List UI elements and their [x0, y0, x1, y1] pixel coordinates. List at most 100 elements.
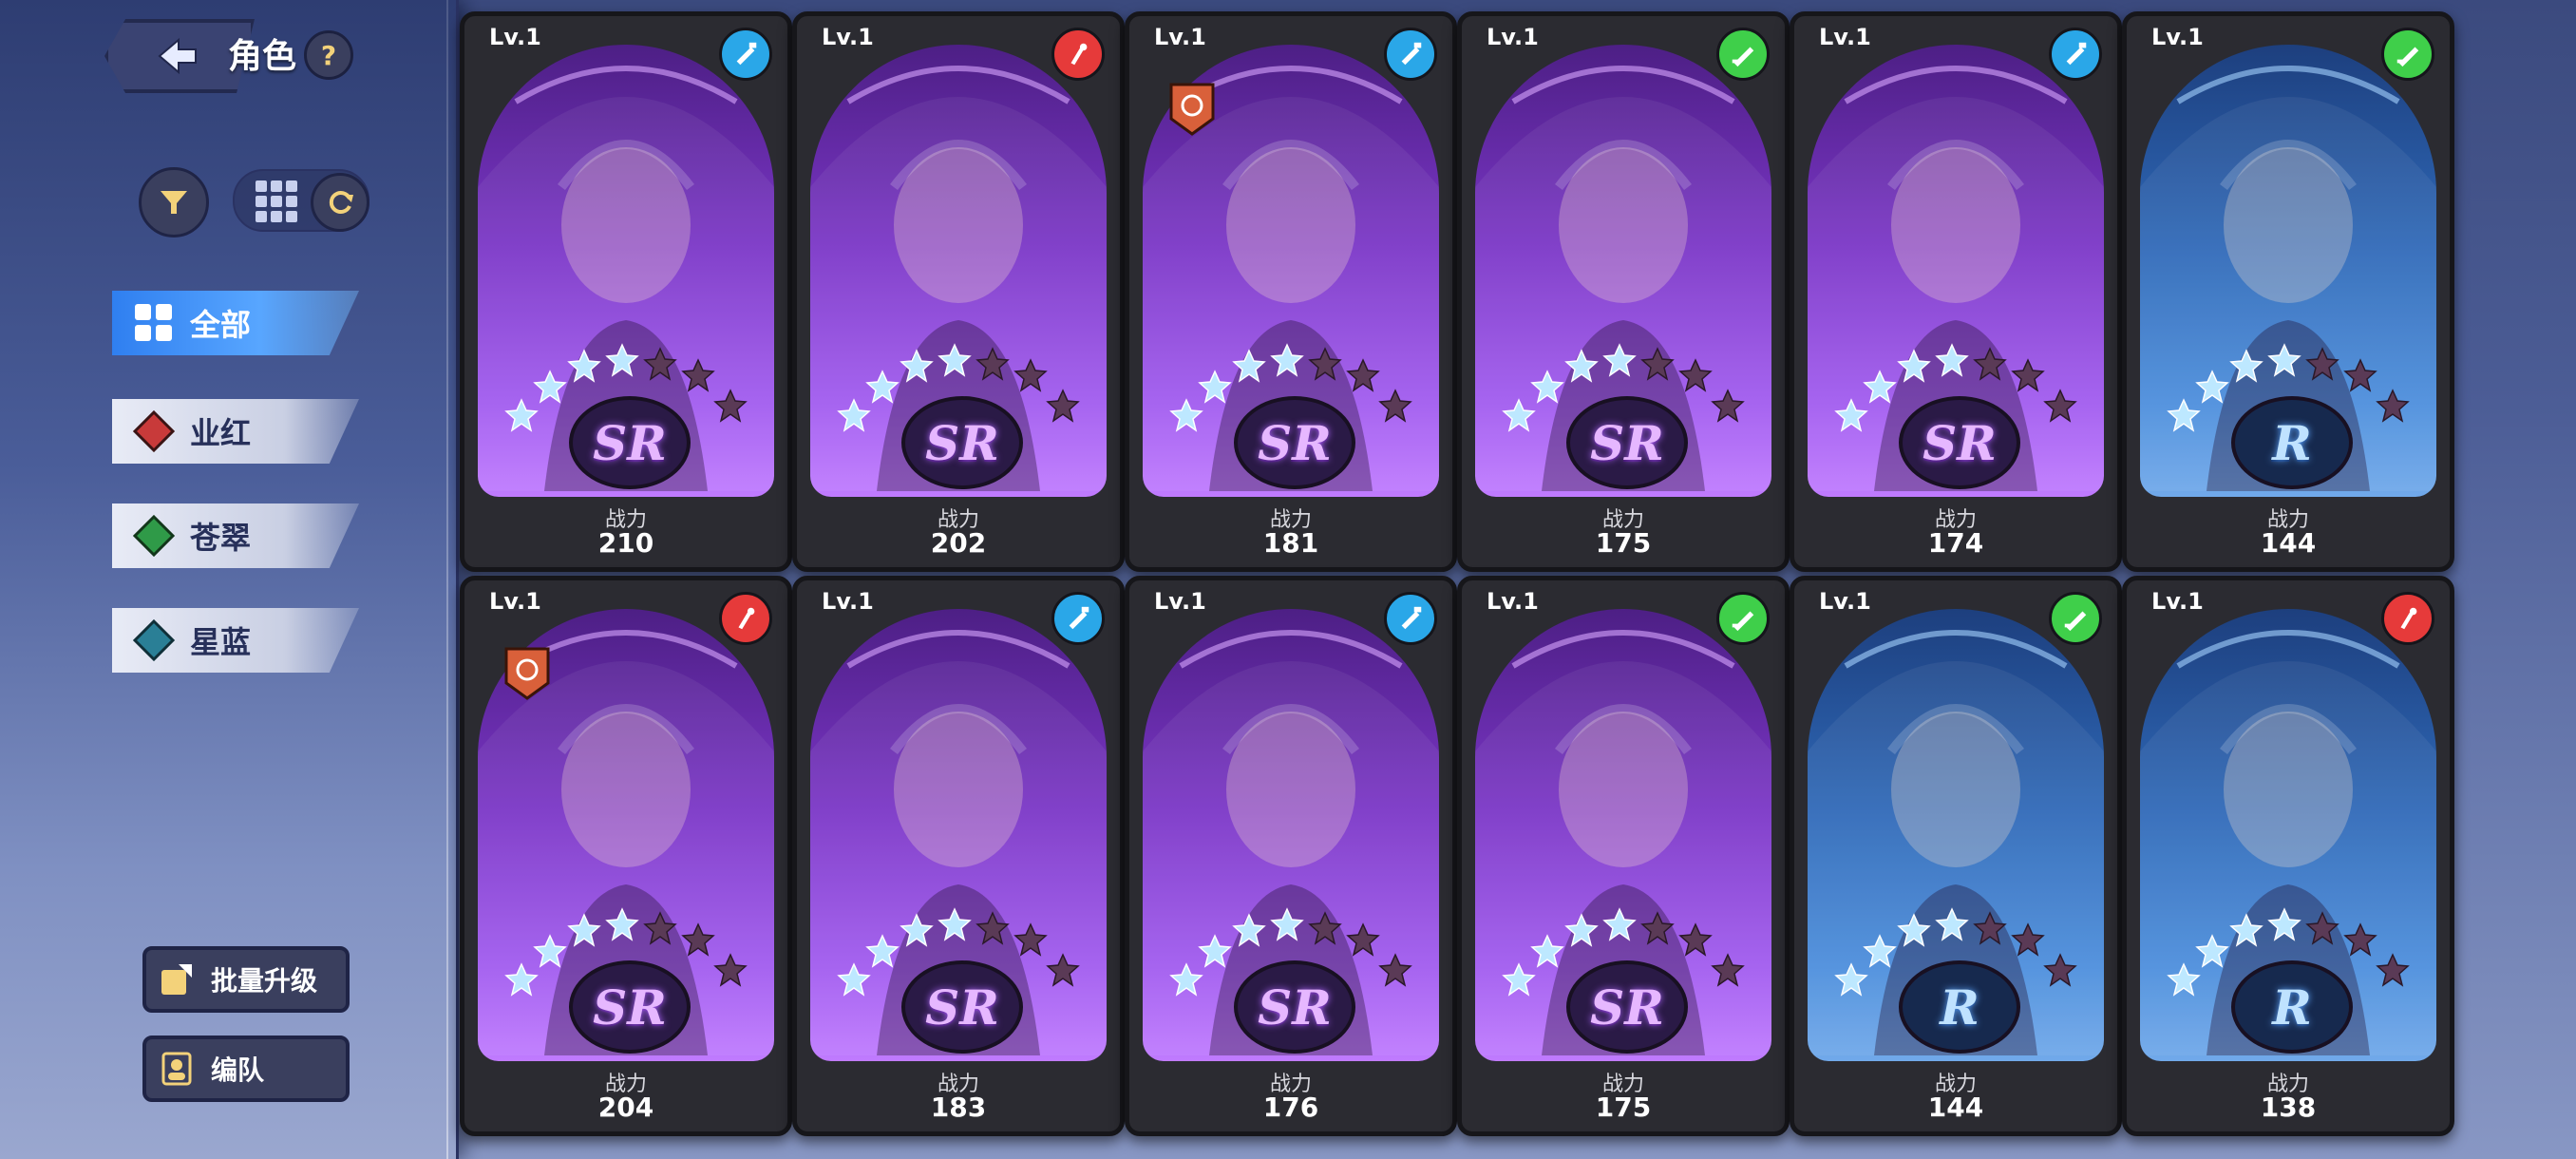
star-icon [2305, 347, 2339, 381]
element-badge [1716, 28, 1770, 81]
star-icon [1973, 347, 2007, 381]
star-icon [1711, 389, 1745, 423]
character-card[interactable]: Lv.1 SR 战力 183 [792, 576, 1125, 1136]
rarity-label: SR [593, 978, 667, 1036]
star-icon [567, 349, 601, 383]
tab-green-label: 苍翠 [190, 520, 252, 556]
rarity-label: SR [925, 978, 999, 1036]
star-icon [504, 398, 539, 432]
faction-emblem-icon [504, 647, 550, 700]
grid-view-icon[interactable] [256, 180, 297, 222]
power-value: 138 [2260, 1092, 2317, 1123]
formation-button[interactable]: 编队 [142, 1036, 350, 1102]
rarity-badge: SR [901, 396, 1023, 489]
weapon-icon [2064, 611, 2087, 632]
rarity-badge: SR [901, 960, 1023, 1054]
refresh-icon [329, 191, 353, 214]
character-card[interactable]: Lv.1 SR 战力 175 [1457, 576, 1790, 1136]
star-icon [1502, 398, 1536, 432]
character-card[interactable]: Lv.1 R 战力 144 [2122, 11, 2454, 572]
star-icon [1232, 349, 1266, 383]
element-badge [1384, 592, 1437, 645]
rarity-label: R [2272, 978, 2312, 1036]
power-value: 144 [1927, 1092, 1984, 1123]
help-button[interactable]: ? [304, 30, 353, 80]
element-badge [2049, 28, 2102, 81]
rarity-badge: SR [569, 396, 691, 489]
view-toggle[interactable] [233, 169, 369, 232]
rarity-label: SR [1590, 414, 1664, 471]
character-card[interactable]: Lv.1 R 战力 138 [2122, 576, 2454, 1136]
star-icon [533, 370, 567, 404]
character-card[interactable]: Lv.1 SR 战力 175 [1457, 11, 1790, 572]
level-label: Lv.1 [822, 24, 874, 50]
filter-button[interactable] [139, 167, 209, 238]
power-value: 204 [597, 1092, 654, 1123]
rarity-badge: SR [1566, 960, 1688, 1054]
star-icon [938, 343, 972, 377]
star-icon [938, 907, 972, 941]
weapon-icon [1070, 43, 1088, 66]
level-label: Lv.1 [1819, 588, 1871, 615]
filter-icon [161, 191, 187, 214]
weapon-icon [1732, 611, 1754, 632]
tab-red[interactable]: 业红 [112, 399, 359, 464]
batch-upgrade-button[interactable]: 批量升级 [142, 946, 350, 1013]
rarity-label: R [1940, 978, 1979, 1036]
star-icon [1198, 934, 1232, 968]
character-card[interactable]: Lv.1 SR 战力 210 [460, 11, 792, 572]
all-icon [135, 304, 172, 341]
page-title: 角色 [228, 37, 297, 76]
weapon-icon [1069, 606, 1089, 630]
character-card[interactable]: Lv.1 SR 战力 181 [1125, 11, 1457, 572]
star-icon [2167, 398, 2201, 432]
star-icon [2195, 934, 2229, 968]
character-card[interactable]: Lv.1 R 战力 144 [1790, 576, 2122, 1136]
refresh-button[interactable] [311, 173, 369, 232]
tab-blue[interactable]: 星蓝 [112, 608, 359, 673]
star-icon [1678, 922, 1713, 957]
star-icon [2376, 389, 2410, 423]
star-icon [1502, 962, 1536, 997]
power-value: 176 [1262, 1092, 1319, 1123]
weapon-icon [1401, 606, 1422, 630]
tab-blue-label: 星蓝 [190, 624, 252, 660]
star-icon [1935, 343, 1969, 377]
power-value: 181 [1262, 527, 1319, 559]
star-icon [1640, 347, 1675, 381]
star-icon [837, 962, 871, 997]
star-icon [1530, 934, 1564, 968]
star-icon [1678, 358, 1713, 392]
weapon-icon [736, 42, 757, 66]
star-icon [1834, 398, 1868, 432]
character-grid: Lv.1 SR 战力 210 Lv.1 SR 战力 202 Lv.1 SR 战力… [446, 0, 2576, 1159]
rarity-label: SR [1923, 414, 1997, 471]
tab-all-label: 全部 [190, 307, 252, 343]
weapon-icon [2400, 607, 2417, 630]
rarity-label: SR [1258, 978, 1332, 1036]
star-icon [2343, 358, 2377, 392]
star-icon [1863, 370, 1897, 404]
character-card[interactable]: Lv.1 SR 战力 174 [1790, 11, 2122, 572]
character-card[interactable]: Lv.1 SR 战力 176 [1125, 576, 1457, 1136]
star-icon [1378, 953, 1412, 987]
star-icon [1198, 370, 1232, 404]
weapon-icon [1732, 47, 1754, 67]
star-icon [2305, 911, 2339, 945]
level-label: Lv.1 [1819, 24, 1871, 50]
element-badge [1051, 28, 1105, 81]
character-card[interactable]: Lv.1 SR 战力 204 [460, 576, 792, 1136]
star-icon [1897, 913, 1931, 947]
star-icon [1046, 389, 1080, 423]
batch-upgrade-label: 批量升级 [211, 965, 318, 997]
star-icon [1270, 907, 1304, 941]
character-card[interactable]: Lv.1 SR 战力 202 [792, 11, 1125, 572]
star-icon [975, 347, 1010, 381]
tab-all[interactable]: 全部 [112, 291, 359, 355]
level-label: Lv.1 [822, 588, 874, 615]
level-label: Lv.1 [489, 24, 541, 50]
star-icon [1378, 389, 1412, 423]
star-icon [865, 370, 900, 404]
star-icon [2267, 907, 2301, 941]
tab-green[interactable]: 苍翠 [112, 504, 359, 568]
